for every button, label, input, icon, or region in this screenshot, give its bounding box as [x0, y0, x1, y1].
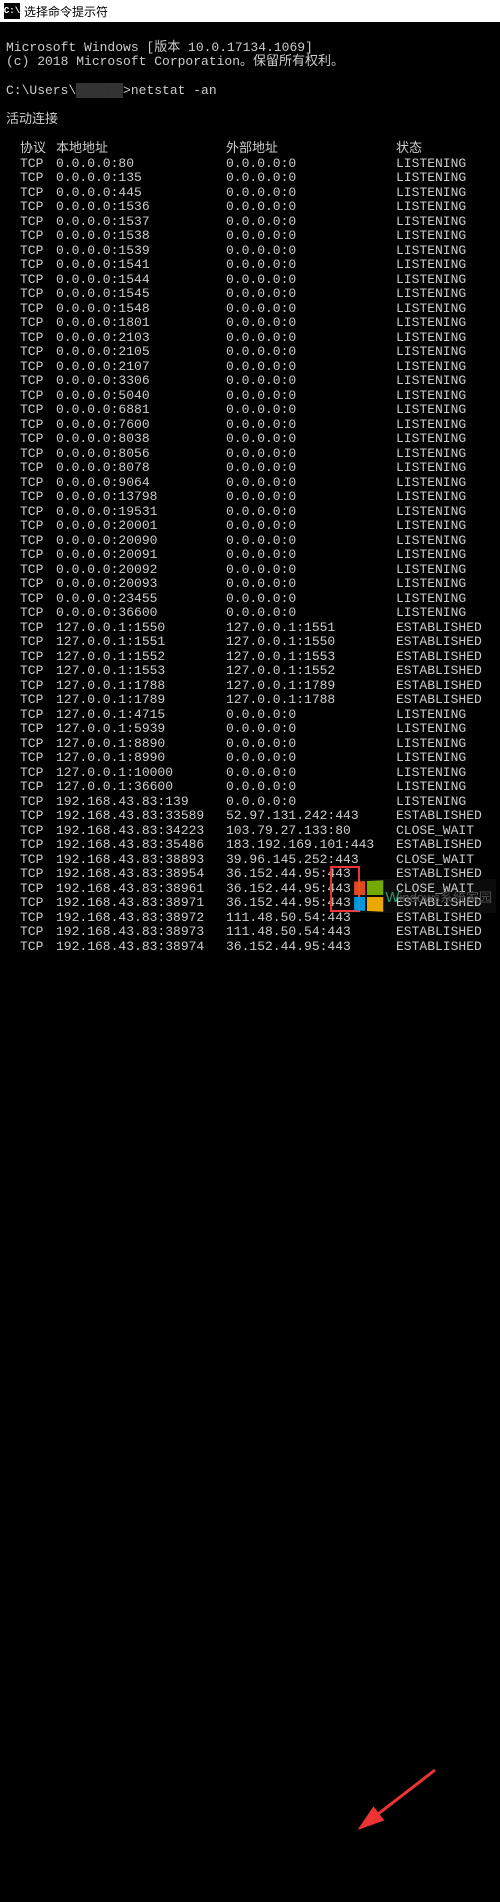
window-titlebar[interactable]: C:\ 选择命令提示符: [0, 0, 500, 22]
section-title: 活动连接: [6, 112, 58, 127]
table-row: TCP0.0.0.0:200930.0.0.0:0LISTENING: [6, 577, 494, 592]
table-row: TCP0.0.0.0:800.0.0.0:0LISTENING: [6, 157, 494, 172]
header-local: 本地地址: [56, 142, 226, 157]
prompt-line: C:\Users\████ng>netstat -an: [6, 83, 217, 98]
table-row: TCP192.168.43.83:3897436.152.44.95:443ES…: [6, 940, 494, 955]
table-row: TCP127.0.0.1:1551127.0.0.1:1550ESTABLISH…: [6, 635, 494, 650]
table-row: TCP0.0.0.0:15480.0.0.0:0LISTENING: [6, 302, 494, 317]
table-row: TCP0.0.0.0:366000.0.0.0:0LISTENING: [6, 606, 494, 621]
header-proto: 协议: [6, 142, 56, 157]
table-row: TCP0.0.0.0:15440.0.0.0:0LISTENING: [6, 273, 494, 288]
table-row: TCP0.0.0.0:15370.0.0.0:0LISTENING: [6, 215, 494, 230]
table-row: TCP127.0.0.1:366000.0.0.0:0LISTENING: [6, 780, 494, 795]
table-row: TCP0.0.0.0:200900.0.0.0:0LISTENING: [6, 534, 494, 549]
table-row: TCP0.0.0.0:1350.0.0.0:0LISTENING: [6, 171, 494, 186]
table-row: TCP127.0.0.1:89900.0.0.0:0LISTENING: [6, 751, 494, 766]
terminal-output[interactable]: Microsoft Windows [版本 10.0.17134.1069] (…: [0, 22, 500, 958]
table-row: TCP127.0.0.1:1550127.0.0.1:1551ESTABLISH…: [6, 621, 494, 636]
table-row: TCP192.168.43.83:3358952.97.131.242:443E…: [6, 809, 494, 824]
table-row: TCP0.0.0.0:200010.0.0.0:0LISTENING: [6, 519, 494, 534]
table-row: TCP0.0.0.0:15390.0.0.0:0LISTENING: [6, 244, 494, 259]
netstat-header: 协议本地地址外部地址状态: [6, 142, 494, 157]
table-row: TCP0.0.0.0:18010.0.0.0:0LISTENING: [6, 316, 494, 331]
table-row: TCP192.168.43.83:38973111.48.50.54:443ES…: [6, 925, 494, 940]
table-row: TCP0.0.0.0:33060.0.0.0:0LISTENING: [6, 374, 494, 389]
watermark: Windows系统家园: [349, 879, 496, 913]
table-row: TCP127.0.0.1:1789127.0.0.1:1788ESTABLISH…: [6, 693, 494, 708]
table-row: TCP0.0.0.0:137980.0.0.0:0LISTENING: [6, 490, 494, 505]
windows-logo-icon: [354, 880, 383, 911]
table-row: TCP0.0.0.0:80780.0.0.0:0LISTENING: [6, 461, 494, 476]
table-row: TCP127.0.0.1:1553127.0.0.1:1552ESTABLISH…: [6, 664, 494, 679]
table-row: TCP0.0.0.0:15410.0.0.0:0LISTENING: [6, 258, 494, 273]
table-row: TCP127.0.0.1:1788127.0.0.1:1789ESTABLISH…: [6, 679, 494, 694]
table-row: TCP0.0.0.0:21050.0.0.0:0LISTENING: [6, 345, 494, 360]
table-row: TCP0.0.0.0:200920.0.0.0:0LISTENING: [6, 563, 494, 578]
command-text: netstat -an: [131, 83, 217, 98]
table-row: TCP0.0.0.0:80560.0.0.0:0LISTENING: [6, 447, 494, 462]
table-row: TCP0.0.0.0:90640.0.0.0:0LISTENING: [6, 476, 494, 491]
table-row: TCP0.0.0.0:200910.0.0.0:0LISTENING: [6, 548, 494, 563]
table-row: TCP0.0.0.0:15450.0.0.0:0LISTENING: [6, 287, 494, 302]
table-row: TCP127.0.0.1:47150.0.0.0:0LISTENING: [6, 708, 494, 723]
header-foreign: 外部地址: [226, 142, 396, 157]
header-state: 状态: [396, 142, 494, 157]
table-row: TCP127.0.0.1:88900.0.0.0:0LISTENING: [6, 737, 494, 752]
table-row: TCP0.0.0.0:80380.0.0.0:0LISTENING: [6, 432, 494, 447]
table-row: TCP0.0.0.0:15380.0.0.0:0LISTENING: [6, 229, 494, 244]
table-row: TCP192.168.43.83:1390.0.0.0:0LISTENING: [6, 795, 494, 810]
netstat-rows: TCP0.0.0.0:800.0.0.0:0LISTENINGTCP0.0.0.…: [6, 157, 494, 955]
table-row: TCP0.0.0.0:21030.0.0.0:0LISTENING: [6, 331, 494, 346]
cmd-icon: C:\: [4, 3, 20, 19]
table-row: TCP0.0.0.0:4450.0.0.0:0LISTENING: [6, 186, 494, 201]
table-row: TCP127.0.0.1:59390.0.0.0:0LISTENING: [6, 722, 494, 737]
banner-line-2: (c) 2018 Microsoft Corporation。保留所有权利。: [6, 54, 344, 69]
window-title: 选择命令提示符: [24, 3, 108, 20]
banner-line-1: Microsoft Windows [版本 10.0.17134.1069]: [6, 40, 313, 55]
annotation-arrow: [0, 958, 500, 1902]
table-row: TCP0.0.0.0:68810.0.0.0:0LISTENING: [6, 403, 494, 418]
table-row: TCP0.0.0.0:76000.0.0.0:0LISTENING: [6, 418, 494, 433]
table-row: TCP0.0.0.0:15360.0.0.0:0LISTENING: [6, 200, 494, 215]
table-row: TCP127.0.0.1:1552127.0.0.1:1553ESTABLISH…: [6, 650, 494, 665]
table-row: TCP192.168.43.83:3889339.96.145.252:443C…: [6, 853, 494, 868]
table-row: TCP127.0.0.1:100000.0.0.0:0LISTENING: [6, 766, 494, 781]
table-row: TCP192.168.43.83:34223103.79.27.133:80CL…: [6, 824, 494, 839]
table-row: TCP0.0.0.0:21070.0.0.0:0LISTENING: [6, 360, 494, 375]
table-row: TCP0.0.0.0:234550.0.0.0:0LISTENING: [6, 592, 494, 607]
table-row: TCP0.0.0.0:195310.0.0.0:0LISTENING: [6, 505, 494, 520]
table-row: TCP0.0.0.0:50400.0.0.0:0LISTENING: [6, 389, 494, 404]
table-row: TCP192.168.43.83:35486183.192.169.101:44…: [6, 838, 494, 853]
